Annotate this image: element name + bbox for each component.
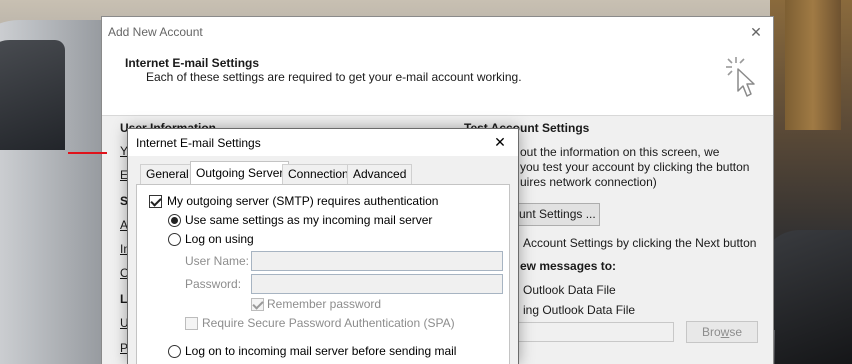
internet-email-settings-dialog: Internet E-mail Settings ✕ General Outgo…: [127, 128, 519, 364]
new-data-file-option[interactable]: Outlook Data File: [523, 283, 616, 297]
browse-label-prefix: Bro: [701, 325, 721, 339]
active-tab-underline: [68, 152, 107, 154]
test-info-line-2: you test your account by clicking the bu…: [520, 160, 750, 174]
test-info-line-4: Account Settings by clicking the Next bu…: [523, 236, 757, 250]
smtp-auth-checkbox[interactable]: [149, 195, 162, 208]
browse-button[interactable]: Browse: [686, 321, 758, 343]
deliver-messages-heading: ew messages to:: [520, 259, 617, 273]
test-info-line-1: out the information on this screen, we: [520, 145, 720, 159]
settings-dialog-title: Internet E-mail Settings: [136, 136, 261, 150]
remember-password-label[interactable]: Remember password: [267, 297, 381, 311]
tab-general[interactable]: General: [140, 164, 195, 184]
tab-connection[interactable]: Connection: [282, 164, 355, 184]
settings-close-icon[interactable]: ✕: [490, 132, 510, 152]
header-section: Internet E-mail Settings Each of these s…: [102, 47, 773, 115]
test-info-line-3: uires network connection): [520, 175, 657, 189]
use-same-settings-radio[interactable]: [168, 214, 181, 227]
log-on-using-label[interactable]: Log on using: [185, 232, 254, 246]
user-name-label: User Name:: [185, 254, 250, 268]
use-same-settings-label[interactable]: Use same settings as my incoming mail se…: [185, 213, 432, 227]
settings-titlebar: Internet E-mail Settings ✕: [128, 129, 518, 156]
main-titlebar: Add New Account ✕: [102, 17, 773, 47]
browse-label-suffix: se: [729, 325, 743, 339]
existing-data-file-option[interactable]: ing Outlook Data File: [523, 303, 635, 317]
background-door: [785, 0, 841, 130]
main-window-title: Add New Account: [108, 25, 203, 39]
header-title: Internet E-mail Settings: [125, 56, 260, 70]
main-close-icon[interactable]: ✕: [745, 21, 767, 43]
log-on-using-radio[interactable]: [168, 233, 181, 246]
log-on-incoming-label[interactable]: Log on to incoming mail server before se…: [185, 344, 456, 358]
header-subtitle: Each of these settings are required to g…: [146, 70, 522, 84]
outgoing-server-panel: My outgoing server (SMTP) requires authe…: [136, 184, 510, 364]
tab-advanced[interactable]: Advanced: [347, 164, 413, 184]
user-name-input[interactable]: [251, 251, 503, 271]
remember-password-checkbox[interactable]: [251, 298, 264, 311]
settings-body: General Outgoing Server Connection Advan…: [128, 156, 518, 364]
cursor-click-icon: [726, 57, 755, 97]
log-on-incoming-radio[interactable]: [168, 345, 181, 358]
password-input[interactable]: [251, 274, 503, 294]
tab-outgoing-server[interactable]: Outgoing Server: [190, 161, 290, 185]
spa-checkbox[interactable]: [185, 317, 198, 330]
background-car-window: [0, 40, 65, 150]
password-label: Password:: [185, 277, 242, 291]
spa-label[interactable]: Require Secure Password Authentication (…: [202, 316, 455, 330]
smtp-auth-label[interactable]: My outgoing server (SMTP) requires authe…: [167, 194, 438, 208]
